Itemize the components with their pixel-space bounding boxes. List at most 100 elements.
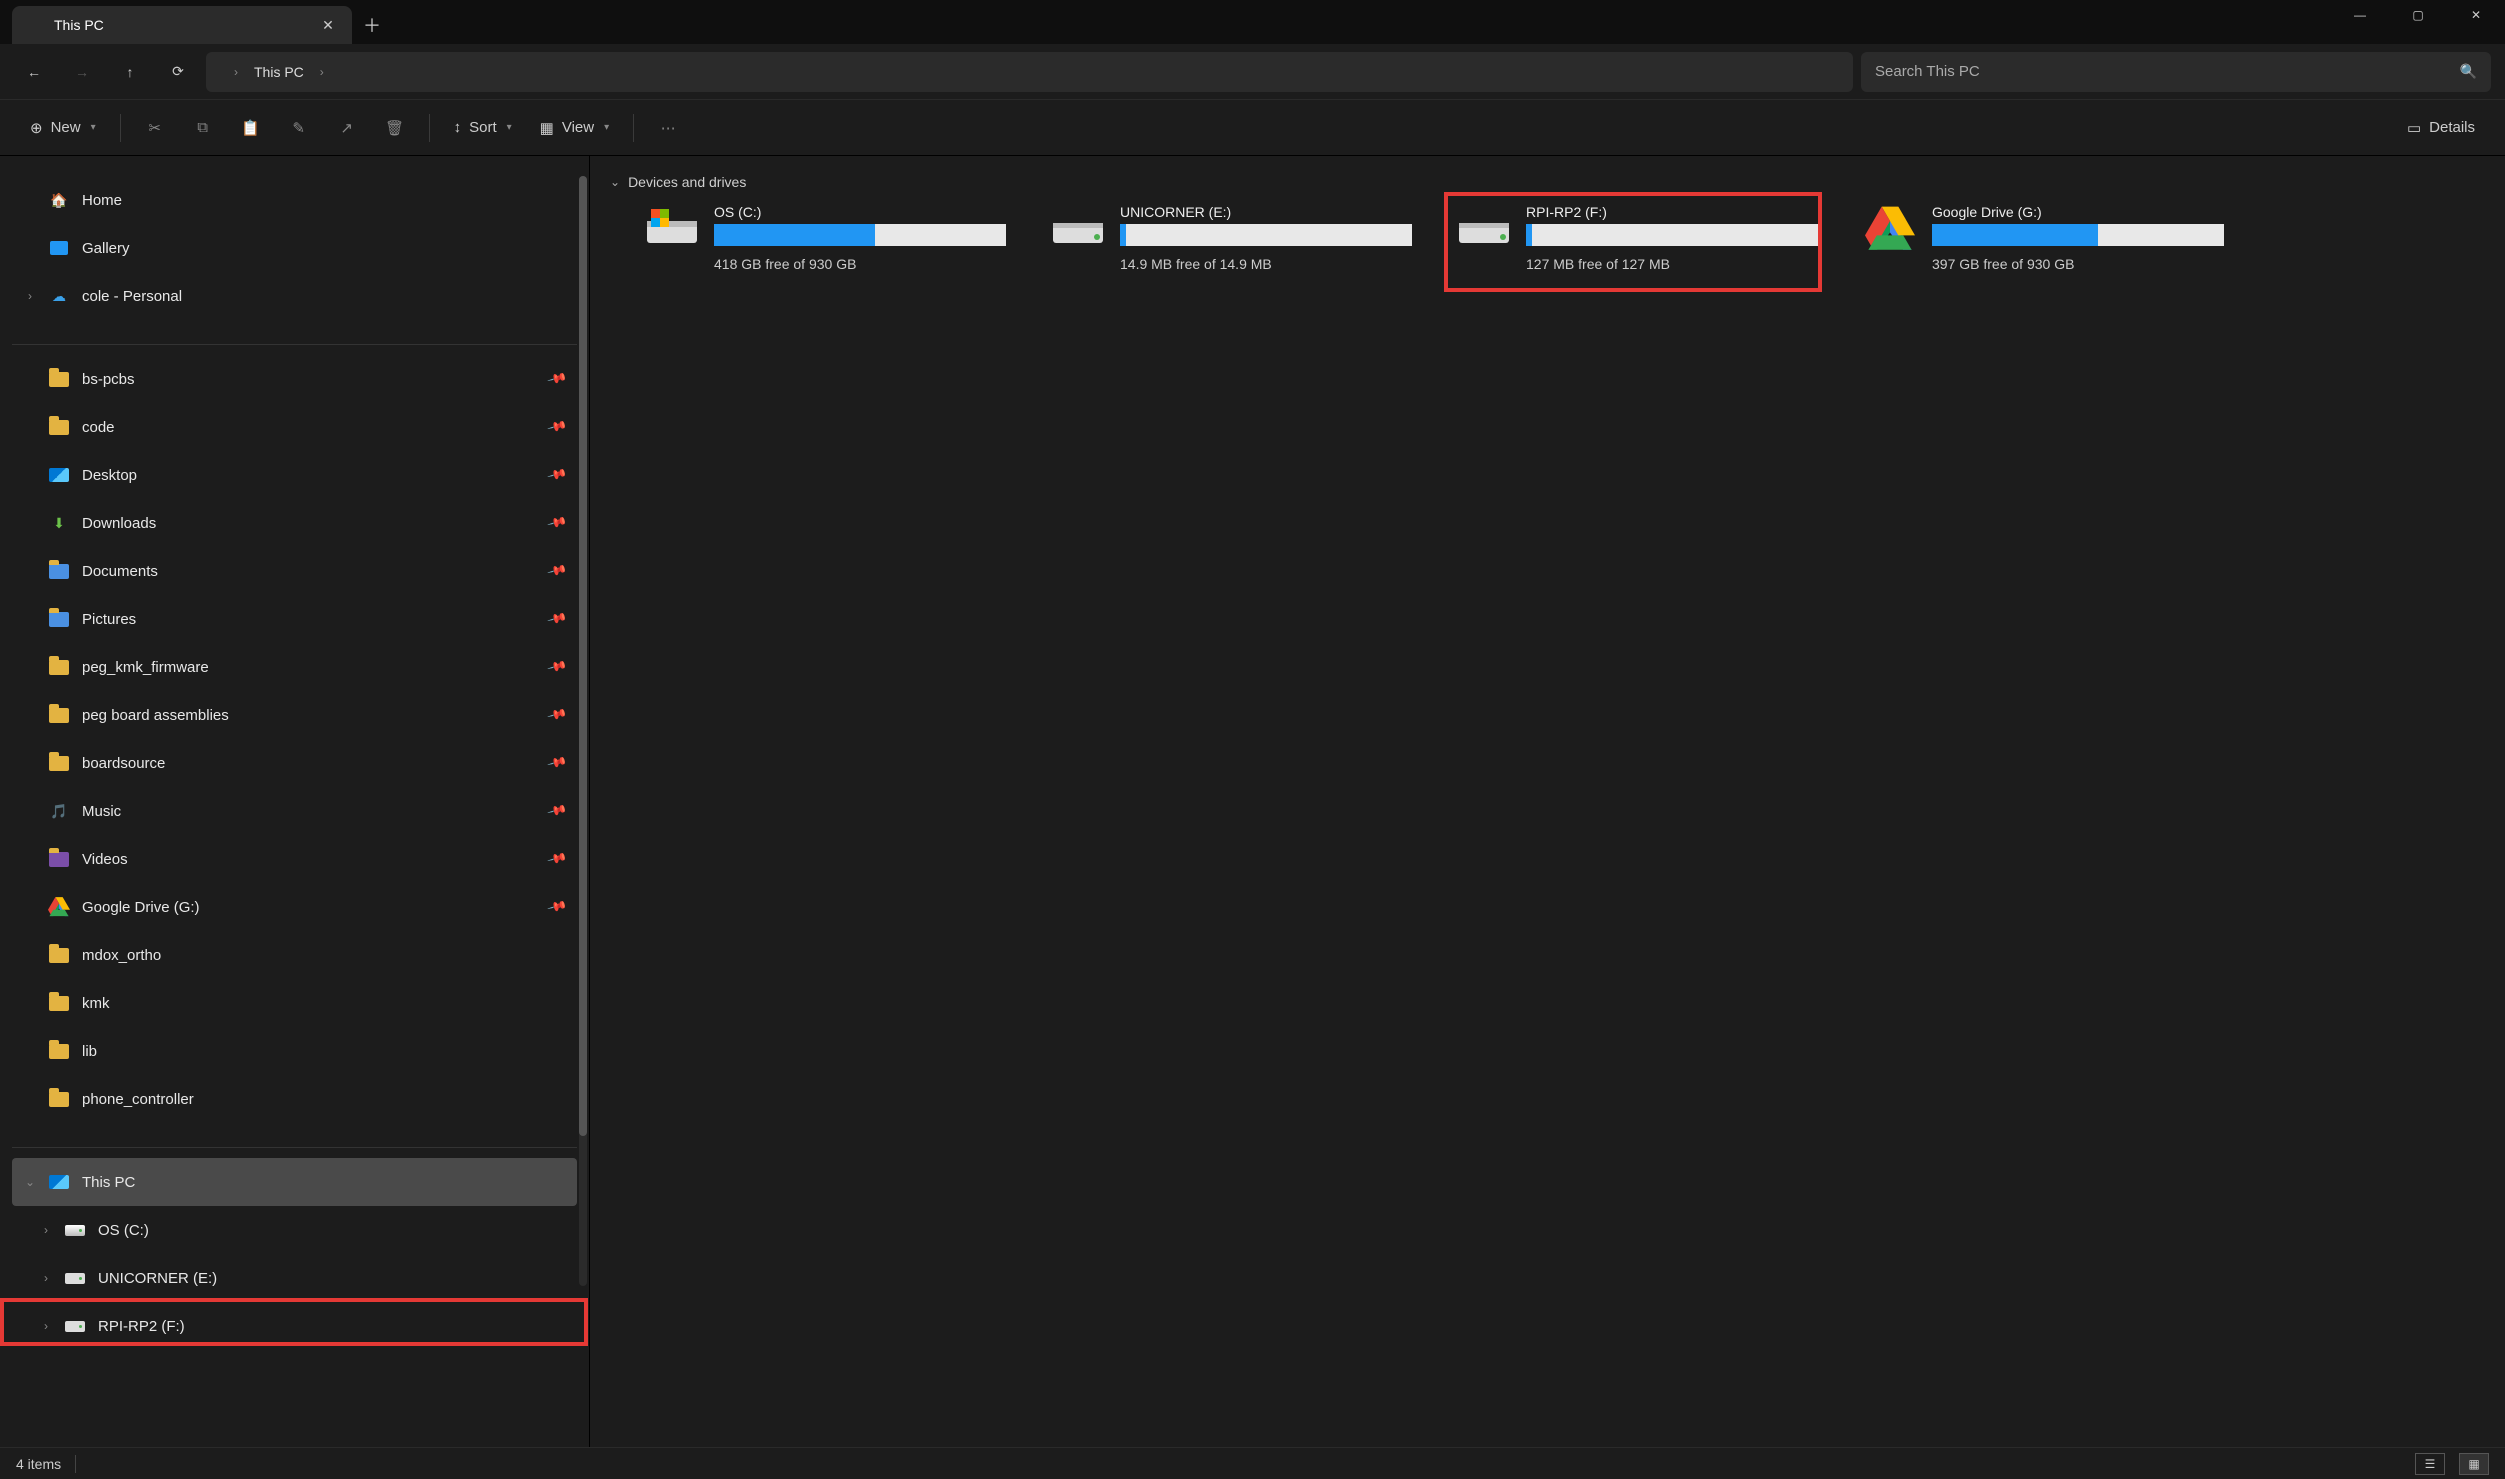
tab-close-button[interactable]: ✕ — [316, 13, 340, 37]
sidebar-item[interactable]: › UNICORNER (E:) — [12, 1254, 577, 1302]
sidebar-item-label: peg board assemblies — [82, 707, 537, 724]
sidebar-item[interactable]: bs-pcbs 📌 — [12, 355, 577, 403]
breadcrumb-this-pc[interactable]: This PC — [254, 64, 304, 80]
sidebar-item[interactable]: Google Drive (G:)📌 — [12, 883, 577, 931]
delete-button[interactable]: 🗑 — [373, 108, 417, 148]
chevron-down-icon: ▾ — [91, 122, 96, 133]
rename-icon: ✎ — [292, 119, 305, 137]
sidebar-item-label: cole - Personal — [82, 288, 565, 305]
sidebar-item[interactable]: ⬇Downloads📌 — [12, 499, 577, 547]
drive-usage-bar — [1120, 224, 1412, 246]
drive-tile[interactable]: Google Drive (G:)397 GB free of 930 GB — [1858, 200, 2228, 276]
scrollbar-thumb[interactable] — [579, 176, 587, 1136]
more-button[interactable]: ⋯ — [646, 108, 690, 148]
drive-name: Google Drive (G:) — [1932, 204, 2224, 220]
sidebar-item[interactable]: ›☁cole - Personal — [12, 272, 577, 320]
forward-button[interactable]: → — [62, 52, 102, 92]
sidebar-item-this-pc[interactable]: ⌄This PC — [12, 1158, 577, 1206]
expand-chevron-icon[interactable]: ⌄ — [20, 1175, 40, 1189]
folder-icon — [48, 704, 70, 726]
os-drive-icon — [644, 204, 700, 254]
pin-icon: 📌 — [546, 848, 568, 870]
pin-icon: 📌 — [546, 752, 568, 774]
group-header-label: Devices and drives — [628, 174, 746, 190]
sidebar-item[interactable]: Gallery — [12, 224, 577, 272]
details-pane-button[interactable]: ▭ Details — [2395, 108, 2487, 148]
sidebar-item[interactable]: Documents📌 — [12, 547, 577, 595]
address-bar[interactable]: › This PC › — [206, 52, 1853, 92]
sidebar-scrollbar[interactable] — [579, 176, 587, 1286]
pin-icon: 📌 — [546, 368, 568, 390]
drive-usage-fill — [1120, 224, 1126, 246]
folder-icon — [48, 944, 70, 966]
sidebar-item[interactable]: kmk — [12, 979, 577, 1027]
view-button[interactable]: ▦ View ▾ — [528, 108, 621, 148]
back-button[interactable]: ← — [14, 52, 54, 92]
pin-icon: 📌 — [546, 656, 568, 678]
sidebar-item-label: Home — [82, 192, 565, 209]
sidebar-item[interactable]: boardsource📌 — [12, 739, 577, 787]
copy-icon: ⧉ — [197, 119, 208, 136]
sidebar-item[interactable]: › OS (C:) — [12, 1206, 577, 1254]
sidebar-item[interactable]: Videos 📌 — [12, 835, 577, 883]
sidebar-item-label: bs-pcbs — [82, 371, 537, 388]
documents-icon — [48, 560, 70, 582]
sidebar-item[interactable]: Desktop📌 — [12, 451, 577, 499]
tab-this-pc[interactable]: This PC ✕ — [12, 6, 352, 44]
sidebar-item-label: OS (C:) — [98, 1222, 565, 1239]
cut-button[interactable]: ✂ — [133, 108, 177, 148]
title-bar: This PC ✕ ＋ — ▢ ✕ — [0, 0, 2505, 44]
new-tab-button[interactable]: ＋ — [352, 6, 392, 44]
drive-tile[interactable]: UNICORNER (E:)14.9 MB free of 14.9 MB — [1046, 200, 1416, 276]
new-button-label: New — [51, 119, 81, 136]
share-button[interactable]: ↗ — [325, 108, 369, 148]
copy-button[interactable]: ⧉ — [181, 108, 225, 148]
pictures-icon — [48, 608, 70, 630]
pin-icon: 📌 — [546, 896, 568, 918]
sidebar-item[interactable]: code📌 — [12, 403, 577, 451]
sidebar-item[interactable]: 🏠Home — [12, 176, 577, 224]
crumb-separator-icon: › — [228, 65, 244, 79]
sidebar-item[interactable]: peg_kmk_firmware📌 — [12, 643, 577, 691]
drive-info: UNICORNER (E:)14.9 MB free of 14.9 MB — [1120, 204, 1412, 272]
main-split: 🏠HomeGallery›☁cole - Personal bs-pcbs 📌 co… — [0, 156, 2505, 1447]
expand-chevron-icon[interactable]: › — [20, 289, 40, 303]
sidebar-item-label: Desktop — [82, 467, 537, 484]
sidebar-item-label: Videos — [82, 851, 537, 868]
sidebar-item-label: Downloads — [82, 515, 537, 532]
expand-chevron-icon[interactable]: › — [36, 1271, 56, 1285]
search-input[interactable] — [1875, 63, 2460, 80]
sidebar-item[interactable]: 🎵Music📌 — [12, 787, 577, 835]
sort-button[interactable]: ↕ Sort ▾ — [442, 108, 524, 148]
close-window-button[interactable]: ✕ — [2447, 0, 2505, 30]
pin-icon: 📌 — [546, 800, 568, 822]
paste-icon: 📋 — [241, 119, 260, 137]
drive-tile[interactable]: OS (C:)418 GB free of 930 GB — [640, 200, 1010, 276]
minimize-button[interactable]: — — [2331, 0, 2389, 30]
sidebar-item[interactable]: mdox_ortho — [12, 931, 577, 979]
ellipsis-icon: ⋯ — [661, 119, 676, 137]
sidebar-item-label: Pictures — [82, 611, 537, 628]
paste-button[interactable]: 📋 — [229, 108, 273, 148]
new-button[interactable]: ⊕ New ▾ — [18, 108, 108, 148]
search-box[interactable]: 🔍 — [1861, 52, 2491, 92]
content-pane[interactable]: ⌄ Devices and drives OS (C:)418 GB free … — [590, 156, 2505, 1447]
sidebar-item-label: lib — [82, 1043, 565, 1060]
toolbar-divider — [120, 114, 121, 142]
window-controls: — ▢ ✕ — [2331, 0, 2505, 30]
maximize-button[interactable]: ▢ — [2389, 0, 2447, 30]
refresh-button[interactable]: ⟳ — [158, 52, 198, 92]
up-button[interactable]: ↑ — [110, 52, 150, 92]
sidebar-item-label: UNICORNER (E:) — [98, 1270, 565, 1287]
sidebar-item[interactable]: Pictures📌 — [12, 595, 577, 643]
expand-chevron-icon[interactable]: › — [36, 1223, 56, 1237]
sidebar-item[interactable]: phone_controller — [12, 1075, 577, 1123]
details-view-toggle[interactable]: ☰ — [2415, 1453, 2445, 1475]
sidebar-item[interactable]: peg board assemblies📌 — [12, 691, 577, 739]
tiles-view-toggle[interactable]: ▦ — [2459, 1453, 2489, 1475]
rename-button[interactable]: ✎ — [277, 108, 321, 148]
sidebar-item[interactable]: lib — [12, 1027, 577, 1075]
chevron-down-icon: ⌄ — [610, 175, 620, 189]
crumb-separator-icon: › — [314, 65, 330, 79]
os-drive-icon — [64, 1219, 86, 1241]
